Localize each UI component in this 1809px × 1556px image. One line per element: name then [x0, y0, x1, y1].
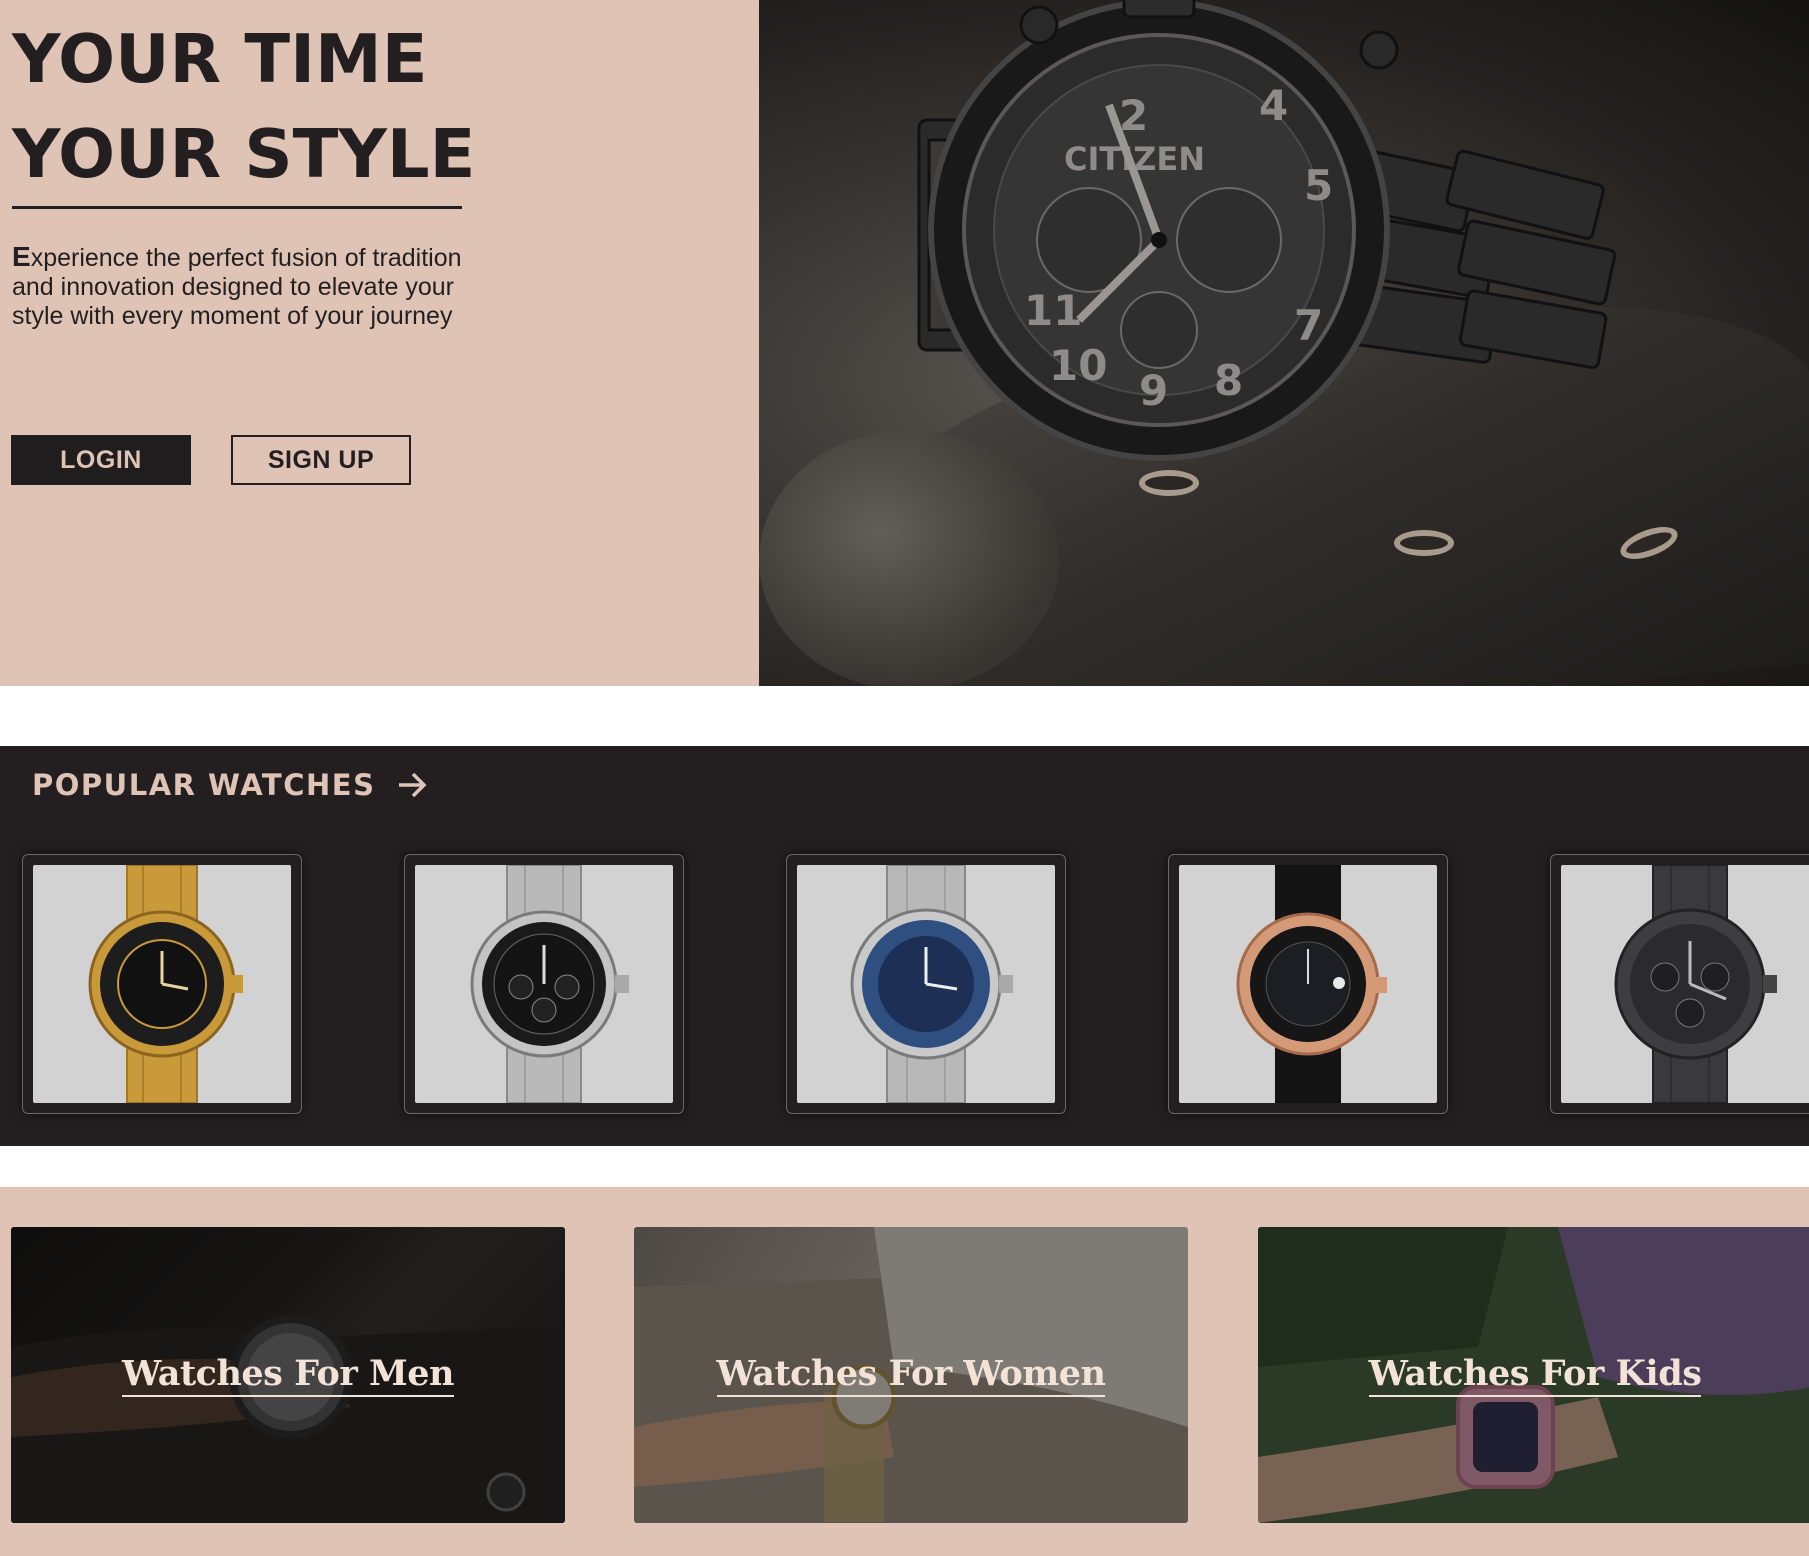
- svg-text:8: 8: [1214, 356, 1243, 405]
- hero-title-line2: YOUR STYLE: [12, 115, 476, 193]
- watch-card[interactable]: [786, 854, 1066, 1114]
- category-kids-label[interactable]: Watches For Kids: [1368, 1353, 1702, 1397]
- svg-text:10: 10: [1049, 341, 1107, 390]
- popular-watches-section: POPULAR WATCHES: [0, 746, 1809, 1146]
- blue-bezel-diver-watch-image: [797, 865, 1055, 1103]
- svg-text:11: 11: [1024, 286, 1082, 335]
- category-women-label[interactable]: Watches For Women: [716, 1353, 1106, 1397]
- svg-text:9: 9: [1139, 366, 1168, 415]
- category-men-card[interactable]: Watches For Men: [11, 1227, 565, 1523]
- watch-card[interactable]: [1550, 854, 1809, 1114]
- signup-button[interactable]: SIGN UP: [231, 435, 411, 485]
- watch-cards-row: [22, 854, 1809, 1116]
- watch-card[interactable]: [1168, 854, 1448, 1114]
- popular-watches-link[interactable]: POPULAR WATCHES: [32, 768, 427, 802]
- svg-text:5: 5: [1304, 161, 1333, 210]
- watch-card[interactable]: [22, 854, 302, 1114]
- hero-title-line1: YOUR TIME: [12, 20, 428, 98]
- hero-section: YOUR TIME YOUR STYLE Experience the perf…: [0, 0, 1809, 686]
- hero-title: YOUR TIME YOUR STYLE: [12, 12, 476, 209]
- hero-watch-image: 2 4 5 7 8 9 10 11 CITIZEN: [759, 0, 1809, 686]
- categories-section: Watches For Men Watches For Women Watche…: [0, 1187, 1809, 1556]
- black-chronograph-watch-image: [1561, 865, 1809, 1103]
- rose-gold-skymoon-watch-image: [1179, 865, 1437, 1103]
- chronograph-watch-illustration: 2 4 5 7 8 9 10 11 CITIZEN: [917, 0, 1617, 461]
- watch-card[interactable]: [404, 854, 684, 1114]
- hero-text-panel: YOUR TIME YOUR STYLE Experience the perf…: [0, 0, 759, 686]
- hero-description: Experience the perfect fusion of traditi…: [12, 242, 472, 331]
- gold-diver-watch-image: [33, 865, 291, 1103]
- hero-description-initial: E: [12, 241, 31, 272]
- login-button[interactable]: LOGIN: [11, 435, 191, 485]
- category-women-card[interactable]: Watches For Women: [634, 1227, 1188, 1523]
- category-kids-card[interactable]: Watches For Kids: [1258, 1227, 1809, 1523]
- svg-text:7: 7: [1294, 301, 1323, 350]
- popular-watches-title: POPULAR WATCHES: [32, 768, 376, 802]
- hero-description-text: xperience the perfect fusion of traditio…: [12, 244, 462, 330]
- arrow-right-icon: [399, 772, 427, 798]
- svg-text:4: 4: [1259, 81, 1288, 130]
- steel-chronograph-watch-image: [415, 865, 673, 1103]
- category-men-label[interactable]: Watches For Men: [122, 1353, 454, 1397]
